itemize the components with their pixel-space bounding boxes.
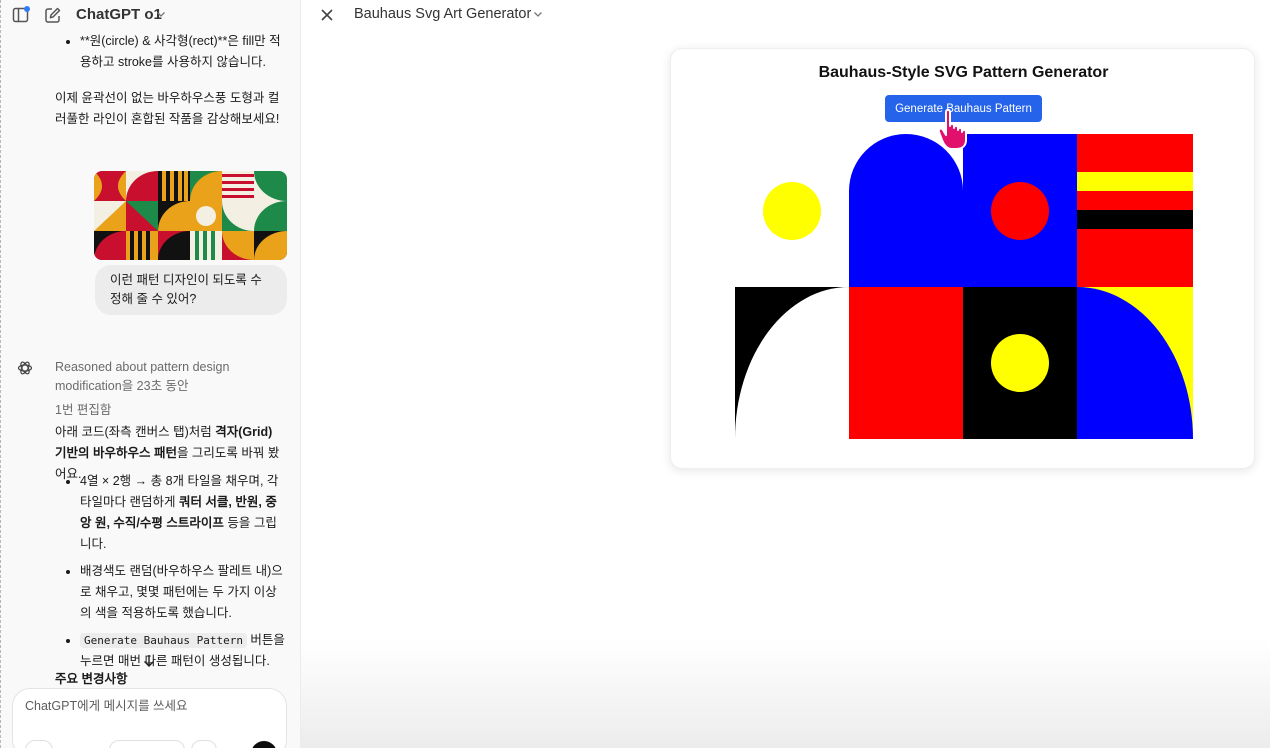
yellow-circle [763, 182, 821, 240]
tools-button[interactable] [109, 740, 185, 748]
canvas-title[interactable]: Bauhaus Svg Art Generator [354, 6, 531, 22]
prior-paragraph: 이제 윤곽선이 없는 바우하우스풍 도형과 컬러풀한 라인이 혼합된 작품을 감… [55, 91, 280, 126]
scroll-down-button[interactable] [137, 650, 161, 672]
blue-arch [849, 134, 963, 287]
attached-pattern-image[interactable] [94, 171, 287, 260]
message-composer [12, 688, 287, 748]
canvas-area: Bauhaus Svg Art Generator Bauhaus-Style … [301, 0, 1270, 748]
list-item: **원(circle) & 사각형(rect)**은 fill만 적용하고 st… [80, 31, 285, 73]
intro-text: 아래 코드(좌측 캔버스 탭)처럼 [55, 425, 216, 439]
tile-6 [849, 287, 963, 439]
black-stripe [1077, 210, 1193, 229]
edit-note[interactable]: 1번 편집함 [55, 400, 111, 421]
assistant-bullets: 4열 × 2행 → 총 8개 타일을 채우며, 각 타일마다 랜덤하게 쿼터 서… [55, 471, 287, 672]
bauhaus-pattern-canvas [735, 134, 1193, 439]
reasoning-summary[interactable]: Reasoned about pattern design modificati… [55, 358, 255, 396]
new-chat-icon[interactable] [44, 6, 62, 24]
send-button[interactable] [251, 741, 277, 748]
openai-logo-icon [17, 361, 33, 375]
prior-bullet-block: **원(circle) & 사각형(rect)**은 fill만 적용하고 st… [55, 31, 285, 73]
list-item: 배경색도 랜덤(바우하우스 팔레트 내)으로 채우고, 몇몇 패턴에는 두 가지… [80, 561, 287, 624]
attach-button[interactable] [25, 740, 53, 748]
arrow-down-icon [144, 655, 154, 667]
tile-1 [735, 134, 849, 287]
section-heading: 주요 변경사항 [55, 672, 128, 686]
inline-code: Generate Bauhaus Pattern [80, 633, 247, 648]
hand-pointer-icon [938, 108, 967, 150]
chat-topbar: ChatGPT o1 [1, 0, 300, 30]
yellow-stripe [1077, 172, 1193, 191]
chevron-down-icon[interactable] [156, 9, 166, 19]
user-message-bubble: 이런 패턴 디자인이 되도록 수정해 줄 수 있어? [95, 265, 287, 315]
list-item: 4열 × 2행 → 총 8개 타일을 채우며, 각 타일마다 랜덤하게 쿼터 서… [80, 471, 287, 555]
options-button[interactable] [191, 740, 217, 748]
sidebar-toggle-icon[interactable] [12, 6, 30, 24]
red-circle [991, 182, 1049, 240]
tile-3 [963, 134, 1077, 287]
model-selector[interactable]: ChatGPT o1 [76, 6, 162, 23]
tile-4 [1077, 134, 1193, 287]
tile-2 [849, 134, 963, 287]
chevron-down-icon[interactable] [533, 9, 543, 19]
tile-5 [735, 287, 849, 439]
tile-7 [963, 287, 1077, 439]
message-input[interactable] [25, 699, 265, 713]
chat-panel: ChatGPT o1 **원(circle) & 사각형(rect)**은 fi… [0, 0, 301, 748]
card-title: Bauhaus-Style SVG Pattern Generator [818, 64, 1109, 81]
list-item: Generate Bauhaus Pattern 버튼을 누르면 매번 다른 패… [80, 630, 287, 672]
close-icon[interactable] [318, 6, 336, 24]
tile-8 [1077, 287, 1193, 439]
yellow-circle [991, 334, 1049, 392]
